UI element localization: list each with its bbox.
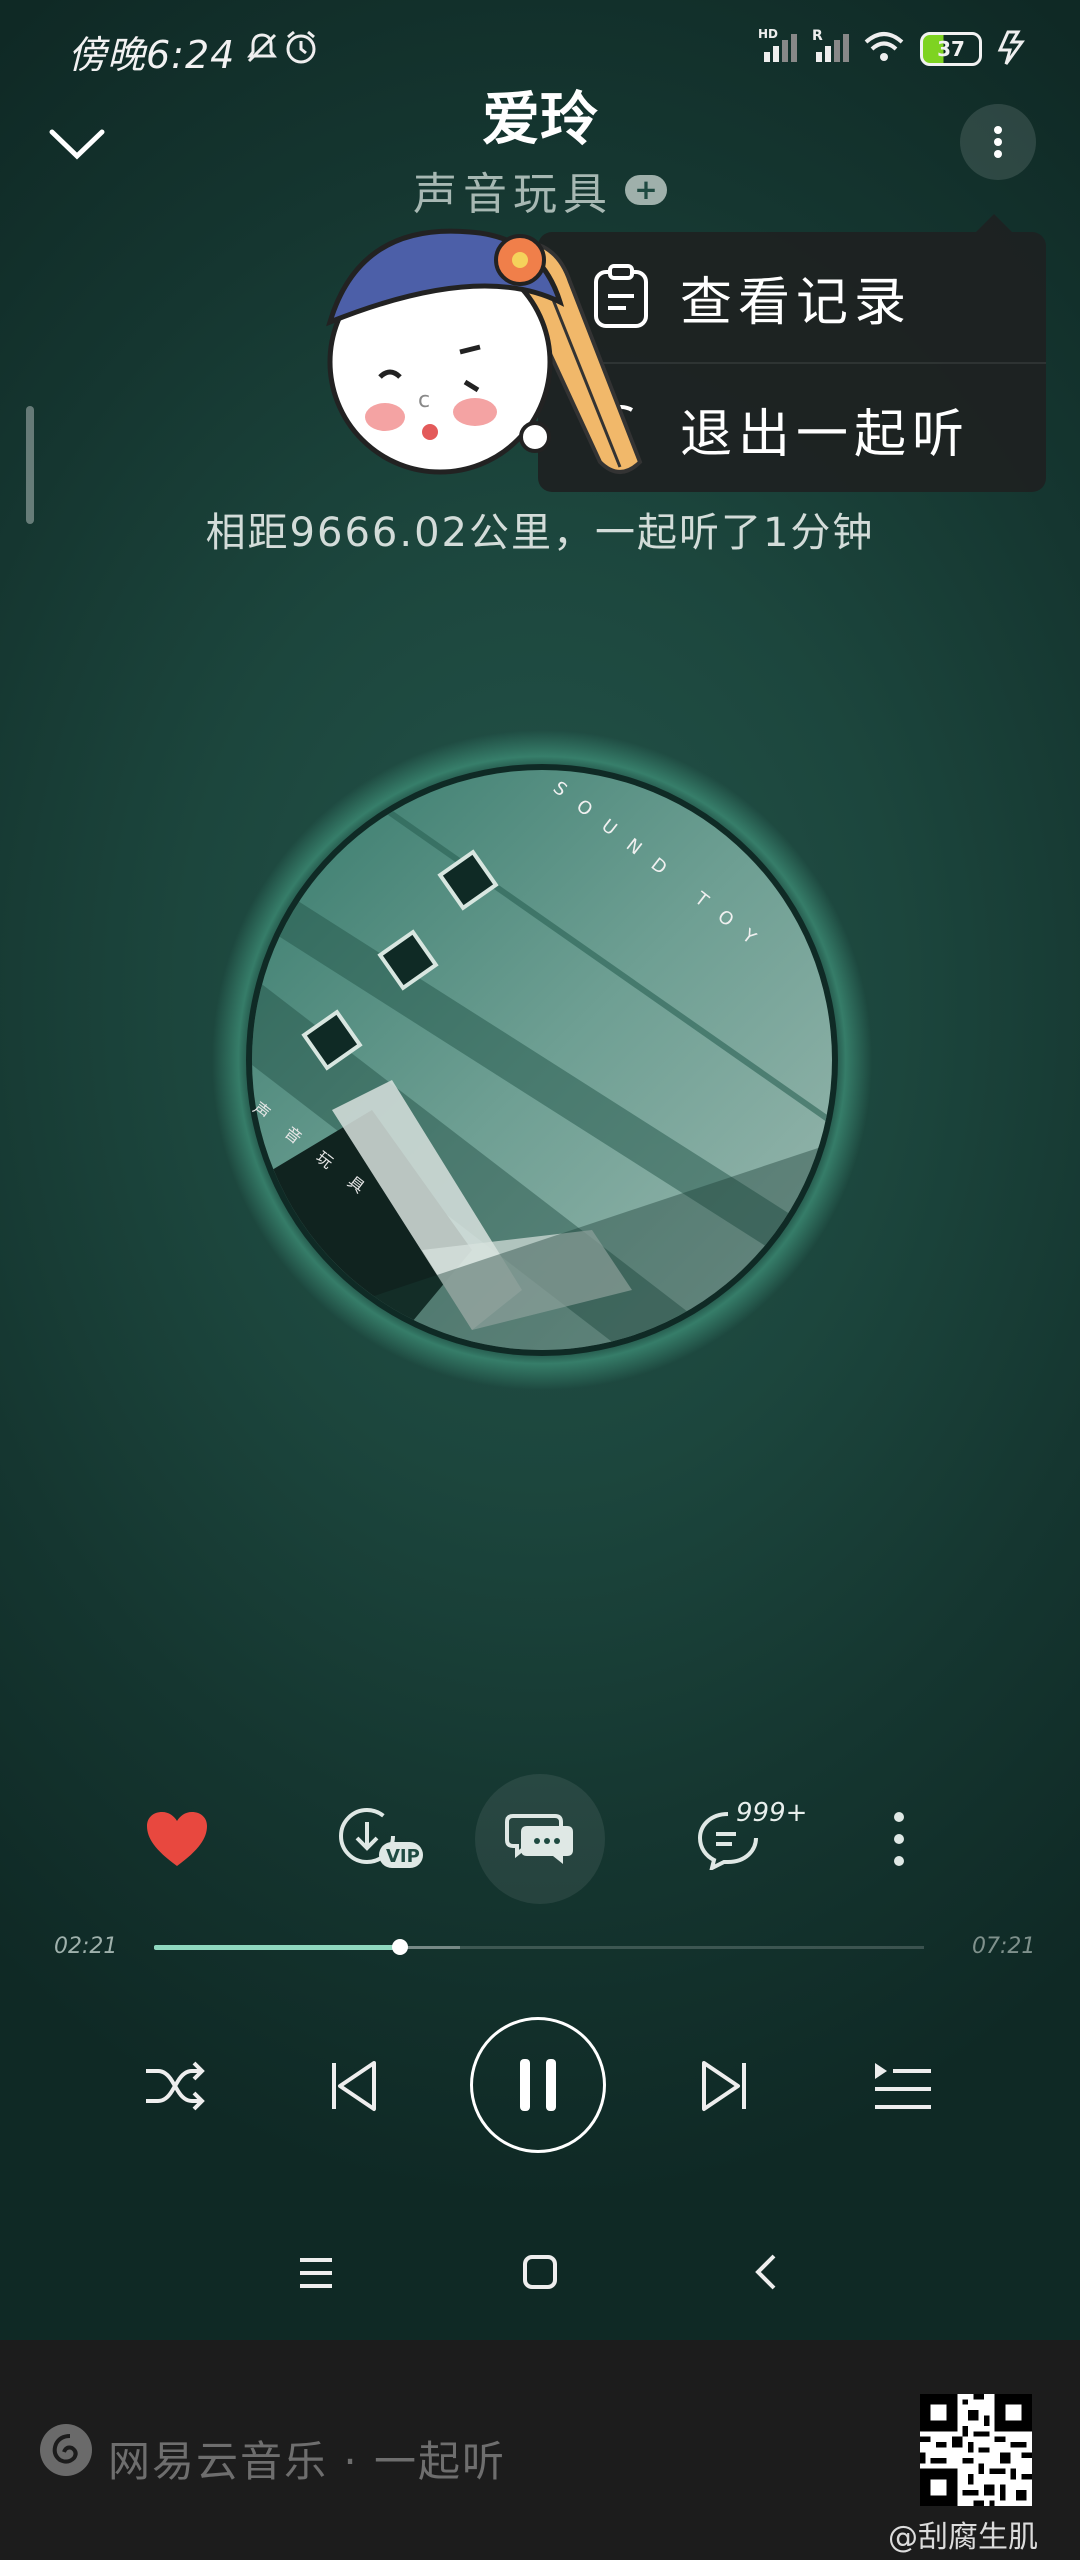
song-title: 爱玲	[481, 85, 598, 153]
battery-level: 37	[937, 37, 965, 61]
battery-indicator: 37	[920, 32, 982, 66]
signal-hd-label: HD	[758, 27, 778, 41]
playlist-button[interactable]	[843, 2026, 963, 2146]
mute-bell-icon	[247, 33, 277, 63]
shuffle-icon	[146, 2061, 205, 2111]
app-share-caption: 网易云音乐 · 一起听	[108, 2437, 507, 2486]
chat-icon	[505, 1814, 573, 1864]
home-icon[interactable]	[522, 2254, 558, 2290]
signal-r-icon: R	[812, 28, 849, 62]
shuffle-button[interactable]	[115, 2026, 235, 2146]
chat-button[interactable]	[475, 1774, 605, 1904]
vip-tag: VIP	[386, 1846, 420, 1867]
playlist-icon	[875, 2063, 931, 2109]
wifi-icon	[864, 32, 904, 61]
comment-count: 999+	[736, 1798, 808, 1828]
download-vip-button[interactable]: VIP	[320, 1774, 450, 1904]
recent-apps-icon[interactable]	[298, 2256, 334, 2290]
pause-button[interactable]	[470, 2017, 606, 2153]
next-icon	[702, 2061, 746, 2111]
more-actions-button[interactable]	[834, 1774, 964, 1904]
previous-button[interactable]	[294, 2026, 414, 2146]
pause-icon	[520, 2059, 556, 2111]
status-time: 傍晚6:24	[68, 33, 236, 77]
popup-arrow	[976, 214, 1012, 232]
menu-item-label: 查看记录	[680, 272, 913, 333]
more-vertical-icon	[894, 1812, 904, 1866]
progress-fill	[154, 1945, 400, 1950]
current-time: 02:21	[54, 1934, 118, 1959]
charging-icon	[997, 30, 1025, 65]
total-time: 07:21	[972, 1934, 1036, 1959]
listener-avatar[interactable]: c	[320, 212, 650, 492]
more-options-button[interactable]	[960, 104, 1036, 180]
like-button[interactable]	[112, 1774, 242, 1904]
next-button[interactable]	[664, 2026, 784, 2146]
qr-code	[920, 2394, 1032, 2506]
system-navigation-bar	[0, 2230, 1080, 2320]
album-cover-disc[interactable]: SOUND TOY 声音玩具	[212, 730, 872, 1390]
previous-icon	[332, 2061, 376, 2111]
listen-together-distance: 相距9666.02公里，一起听了1分钟	[205, 510, 875, 556]
svg-text:c: c	[418, 388, 430, 413]
weibo-handle: @刮腐生肌	[888, 2520, 1038, 2555]
signal-r-label: R	[812, 28, 823, 44]
back-icon[interactable]	[754, 2252, 778, 2292]
comments-button[interactable]	[664, 1774, 794, 1904]
menu-item-label: 退出一起听	[680, 404, 971, 465]
progress-thumb[interactable]	[392, 1939, 408, 1955]
heart-icon	[147, 1812, 207, 1866]
netease-music-logo-icon	[40, 2424, 92, 2476]
download-vip-icon: VIP	[339, 1808, 423, 1868]
follow-artist-button[interactable]: +	[625, 175, 667, 205]
signal-hd-icon: HD	[758, 27, 797, 62]
more-dots-icon	[994, 126, 1002, 158]
alarm-icon	[286, 30, 316, 64]
